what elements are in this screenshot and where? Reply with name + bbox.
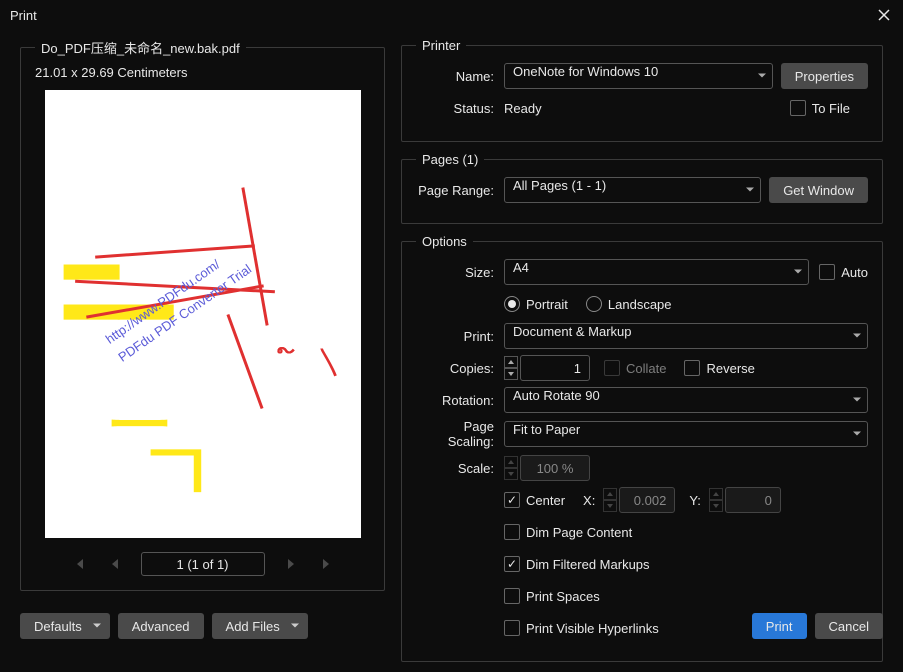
to-file-label: To File xyxy=(812,101,850,116)
chevron-down-icon xyxy=(92,619,102,634)
spinner-down-icon[interactable] xyxy=(504,368,518,380)
copies-input[interactable] xyxy=(520,355,590,381)
auto-checkbox[interactable] xyxy=(819,264,835,280)
print-button[interactable]: Print xyxy=(752,613,807,639)
cancel-button[interactable]: Cancel xyxy=(815,613,883,639)
printer-status-label: Status: xyxy=(416,101,504,116)
first-page-button[interactable] xyxy=(69,554,89,574)
collate-checkbox[interactable] xyxy=(604,360,620,376)
print-select[interactable]: Document & Markup xyxy=(504,323,868,349)
spinner-down-icon xyxy=(504,468,518,480)
printer-name-label: Name: xyxy=(416,69,504,84)
y-label: Y: xyxy=(689,493,701,508)
size-select[interactable]: A4 xyxy=(504,259,809,285)
page-range-select[interactable]: All Pages (1 - 1) xyxy=(504,177,761,203)
spinner-up-icon xyxy=(603,488,617,500)
print-spaces-checkbox[interactable] xyxy=(504,588,520,604)
defaults-button[interactable]: Defaults xyxy=(20,613,110,639)
options-group: Options Size: A4 Auto Portrait Landscape… xyxy=(401,234,883,662)
advanced-button[interactable]: Advanced xyxy=(118,613,204,639)
print-label: Print: xyxy=(416,329,504,344)
portrait-radio[interactable] xyxy=(504,296,520,312)
auto-label: Auto xyxy=(841,265,868,280)
printer-group: Printer Name: OneNote for Windows 10 Pro… xyxy=(401,38,883,142)
properties-button[interactable]: Properties xyxy=(781,63,868,89)
spinner-up-icon xyxy=(709,488,723,500)
last-page-button[interactable] xyxy=(317,554,337,574)
spinner-down-icon xyxy=(709,500,723,512)
dim-filtered-label: Dim Filtered Markups xyxy=(526,557,650,572)
preview-group: Do_PDF压缩_未命名_new.bak.pdf 21.01 x 29.69 C… xyxy=(20,38,385,591)
add-files-label: Add Files xyxy=(226,619,280,634)
chevron-down-icon xyxy=(290,619,300,634)
portrait-label: Portrait xyxy=(526,297,568,312)
scale-label: Scale: xyxy=(416,461,504,476)
preview-dimensions: 21.01 x 29.69 Centimeters xyxy=(35,65,370,80)
scaling-select[interactable]: Fit to Paper xyxy=(504,421,868,447)
scale-input xyxy=(520,455,590,481)
spinner-down-icon xyxy=(603,500,617,512)
x-spinner xyxy=(603,488,617,512)
preview-canvas: ━ ━━ ー ㄱ ຼຼ 〵 http://www.PDFdu.com/ PDFd… xyxy=(45,90,361,538)
pages-group-label: Pages (1) xyxy=(416,152,484,167)
to-file-checkbox[interactable] xyxy=(790,100,806,116)
center-label: Center xyxy=(526,493,565,508)
close-button[interactable] xyxy=(875,6,893,24)
y-spinner xyxy=(709,488,723,512)
page-indicator[interactable]: 1 (1 of 1) xyxy=(141,552,265,576)
preview-nav: 1 (1 of 1) xyxy=(35,552,370,576)
copies-spinner[interactable] xyxy=(504,356,518,380)
dim-filtered-checkbox[interactable] xyxy=(504,556,520,572)
get-window-button[interactable]: Get Window xyxy=(769,177,868,203)
rotation-label: Rotation: xyxy=(416,393,504,408)
x-label: X: xyxy=(583,493,595,508)
printer-status-value: Ready xyxy=(504,101,790,116)
next-page-button[interactable] xyxy=(281,554,301,574)
landscape-radio[interactable] xyxy=(586,296,602,312)
preview-filename: Do_PDF压缩_未命名_new.bak.pdf xyxy=(35,38,246,57)
rotation-select[interactable]: Auto Rotate 90 xyxy=(504,387,868,413)
titlebar: Print xyxy=(0,0,903,30)
page-range-label: Page Range: xyxy=(416,183,504,198)
landscape-label: Landscape xyxy=(608,297,672,312)
scale-spinner xyxy=(504,456,518,480)
printer-group-label: Printer xyxy=(416,38,466,53)
copies-label: Copies: xyxy=(416,361,504,376)
y-input xyxy=(725,487,781,513)
pages-group: Pages (1) Page Range: All Pages (1 - 1) … xyxy=(401,152,883,224)
dim-page-checkbox[interactable] xyxy=(504,524,520,540)
collate-label: Collate xyxy=(626,361,666,376)
size-label: Size: xyxy=(416,265,504,280)
reverse-label: Reverse xyxy=(706,361,754,376)
x-input xyxy=(619,487,675,513)
center-checkbox[interactable] xyxy=(504,492,520,508)
window-title: Print xyxy=(10,8,37,23)
print-spaces-label: Print Spaces xyxy=(526,589,600,604)
footer: Defaults Advanced Add Files Print Cancel xyxy=(20,613,883,639)
reverse-checkbox[interactable] xyxy=(684,360,700,376)
spinner-up-icon xyxy=(504,456,518,468)
defaults-label: Defaults xyxy=(34,619,82,634)
spinner-up-icon[interactable] xyxy=(504,356,518,368)
options-group-label: Options xyxy=(416,234,473,249)
dim-page-label: Dim Page Content xyxy=(526,525,632,540)
printer-name-select[interactable]: OneNote for Windows 10 xyxy=(504,63,773,89)
prev-page-button[interactable] xyxy=(105,554,125,574)
add-files-button[interactable]: Add Files xyxy=(212,613,308,639)
scaling-label: Page Scaling: xyxy=(416,419,504,449)
